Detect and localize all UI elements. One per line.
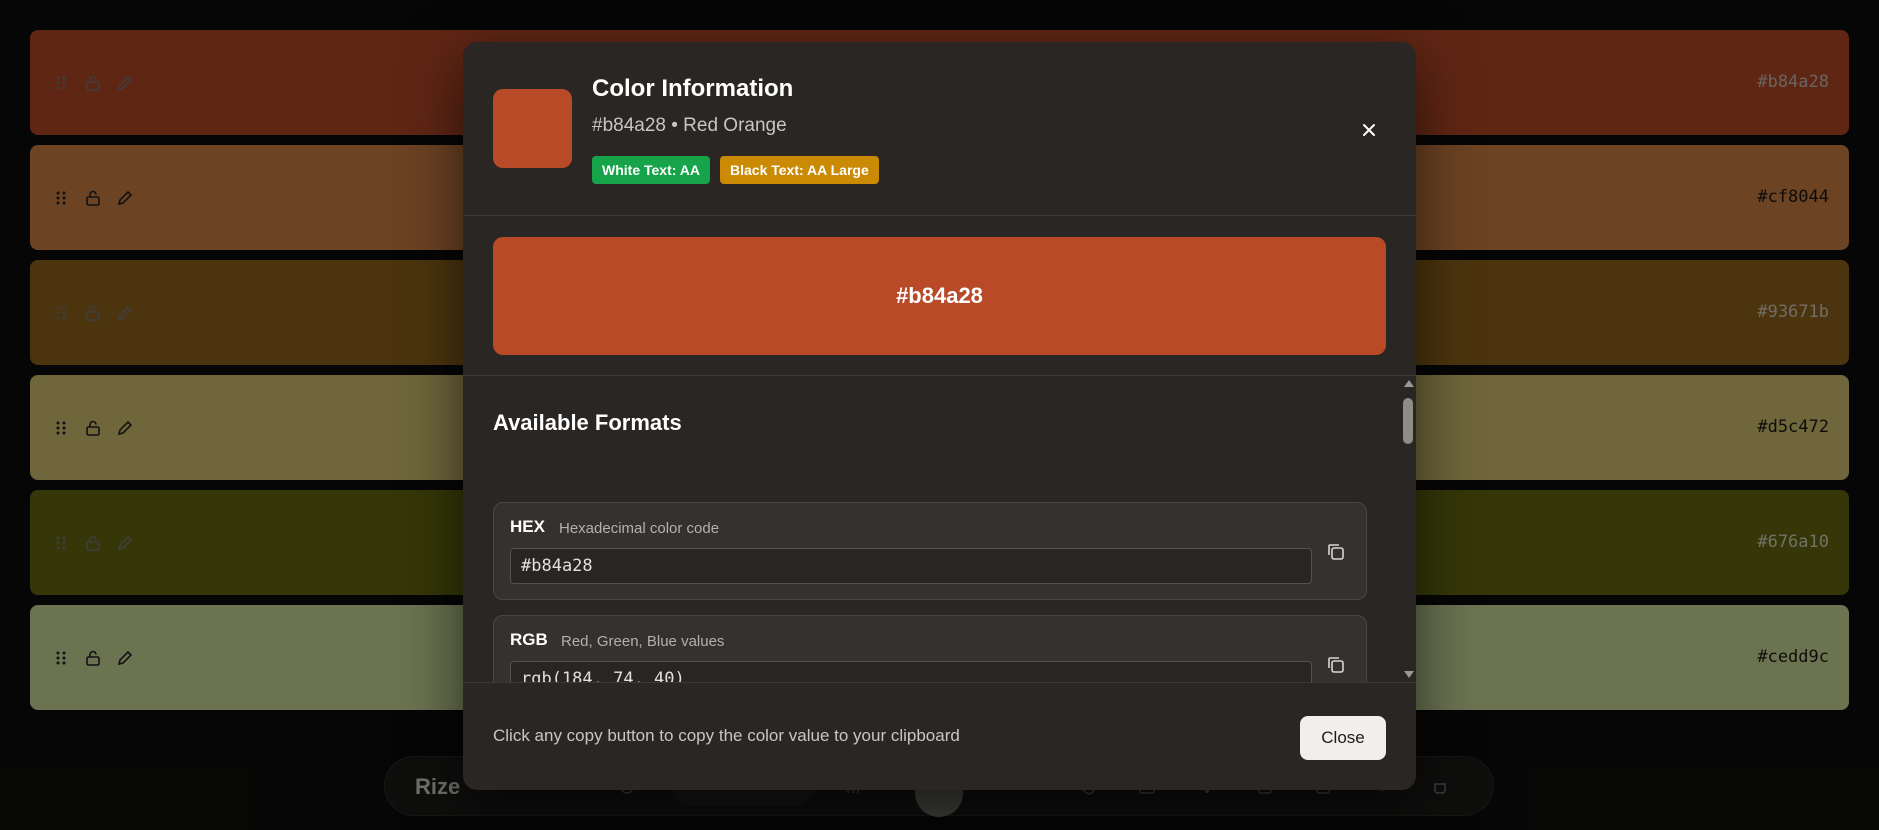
scroll-up-arrow-icon[interactable]: [1404, 380, 1414, 387]
modal-header: Color Information #b84a28 • Red Orange W…: [463, 42, 1416, 216]
format-card-hex: HEX Hexadecimal color code #b84a28: [493, 502, 1367, 600]
close-icon[interactable]: [1354, 115, 1384, 145]
modal-subtitle: #b84a28 • Red Orange: [592, 115, 787, 136]
scrollbar-thumb[interactable]: [1403, 398, 1413, 444]
contrast-badges: White Text: AA Black Text: AA Large: [592, 156, 879, 184]
format-description: Red, Green, Blue values: [561, 633, 725, 650]
format-name: HEX: [510, 517, 545, 536]
footer-hint: Click any copy button to copy the color …: [493, 726, 960, 745]
modal-footer: Click any copy button to copy the color …: [463, 682, 1416, 790]
black-text-contrast-badge: Black Text: AA Large: [720, 156, 879, 184]
color-preview: #b84a28: [493, 237, 1386, 355]
format-value-field[interactable]: rgb(184, 74, 40): [510, 661, 1312, 682]
section-title: Available Formats: [493, 410, 682, 435]
copy-icon[interactable]: [1324, 653, 1348, 677]
scrollbar[interactable]: [1402, 376, 1414, 682]
modal-title: Color Information: [592, 75, 794, 102]
formats-scroll-area[interactable]: Available Formats HEX Hexadecimal color …: [463, 376, 1416, 682]
format-name: RGB: [510, 630, 548, 649]
white-text-contrast-badge: White Text: AA: [592, 156, 710, 184]
color-info-modal: Color Information #b84a28 • Red Orange W…: [463, 42, 1416, 790]
format-description: Hexadecimal color code: [559, 520, 720, 537]
format-value-field[interactable]: #b84a28: [510, 548, 1312, 584]
copy-icon[interactable]: [1324, 540, 1348, 564]
format-card-rgb: RGB Red, Green, Blue values rgb(184, 74,…: [493, 615, 1367, 682]
close-button[interactable]: Close: [1300, 716, 1386, 760]
scroll-down-arrow-icon[interactable]: [1404, 671, 1414, 678]
color-swatch: [493, 89, 572, 168]
